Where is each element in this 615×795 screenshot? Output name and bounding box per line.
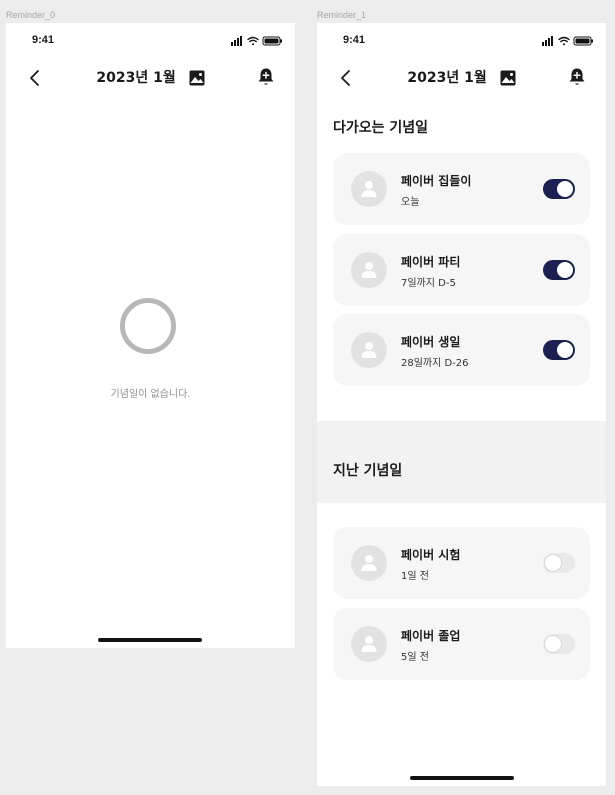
avatar [351,171,387,207]
avatar [351,252,387,288]
wifi-icon [558,36,570,46]
header: 2023년 1월 [317,59,606,99]
anniversary-card-upcoming[interactable]: 페이버 생일 28일까지 D-26 [333,314,590,386]
wifi-icon [247,36,259,46]
person-icon [361,262,377,278]
toggle-knob [544,635,562,653]
status-time: 9:41 [343,34,366,46]
anniversary-name: 페이버 파티 [401,255,461,269]
bell-plus-icon[interactable] [257,67,275,87]
anniversary-date: 오늘 [401,197,420,208]
status-icons [542,36,593,46]
avatar [351,545,387,581]
battery-icon [573,36,593,46]
avatar [351,332,387,368]
reminder-screen-empty: 9:41 2023년 1월 기념일이 없습니다. [6,23,295,648]
notification-toggle[interactable] [543,340,575,360]
frame-label-reminder-1: Reminder_1 [317,10,367,20]
toggle-knob [544,554,562,572]
upcoming-section-title: 다가오는 기념일 [333,120,429,136]
battery-icon [262,36,282,46]
notification-toggle[interactable] [543,634,575,654]
past-section-title: 지난 기념일 [333,463,403,479]
anniversary-name: 페이버 생일 [401,335,461,349]
notification-toggle[interactable] [543,179,575,199]
signal-icon [542,36,553,46]
header: 2023년 1월 [6,59,295,99]
anniversary-date: 5일 전 [401,652,429,663]
signal-icon [231,36,242,46]
anniversary-date: 7일까지 D-5 [401,278,456,289]
anniversary-date: 28일까지 D-26 [401,358,469,369]
home-indicator [98,638,202,642]
page-title: 2023년 1월 [407,70,487,86]
image-icon[interactable] [500,70,516,86]
notification-toggle[interactable] [543,260,575,280]
loading-spinner [120,298,176,354]
anniversary-name: 페이버 시험 [401,548,461,562]
person-icon [361,555,377,571]
anniversary-name: 페이버 집들이 [401,174,472,188]
notification-toggle[interactable] [543,553,575,573]
anniversary-card-upcoming[interactable]: 페이버 집들이 오늘 [333,153,590,225]
toggle-knob [556,261,574,279]
status-time: 9:41 [32,34,55,46]
home-indicator [410,776,514,780]
month-title-group: 2023년 1월 [317,65,606,91]
anniversary-card-upcoming[interactable]: 페이버 파티 7일까지 D-5 [333,234,590,306]
status-bar: 9:41 [6,23,295,59]
frame-label-reminder-0: Reminder_0 [6,10,56,20]
bell-plus-icon[interactable] [568,67,586,87]
page-title: 2023년 1월 [96,70,176,86]
person-icon [361,636,377,652]
anniversary-name: 페이버 졸업 [401,629,461,643]
status-bar: 9:41 [317,23,606,59]
avatar [351,626,387,662]
anniversary-card-past[interactable]: 페이버 졸업 5일 전 [333,608,590,680]
month-title-group: 2023년 1월 [6,65,295,91]
anniversary-date: 1일 전 [401,571,429,582]
toggle-knob [556,341,574,359]
person-icon [361,181,377,197]
reminder-screen-list: 9:41 2023년 1월 다가오는 기념일 페이버 집들이 오늘 페이버 파티… [317,23,606,786]
toggle-knob [556,180,574,198]
person-icon [361,342,377,358]
empty-message: 기념일이 없습니다. [110,389,191,400]
image-icon[interactable] [189,70,205,86]
status-icons [231,36,282,46]
anniversary-card-past[interactable]: 페이버 시험 1일 전 [333,527,590,599]
